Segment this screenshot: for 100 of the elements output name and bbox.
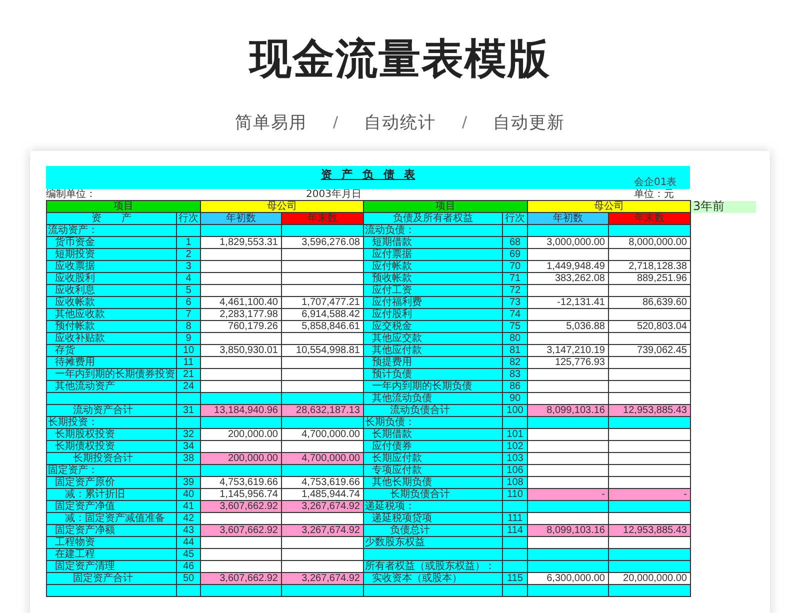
table-cell: 存货 [46,344,176,356]
table-cell: 125,776.93 [528,356,608,368]
table-cell: 应付票据 [364,248,502,260]
column-header: 年末数 [282,212,364,224]
table-cell: 200,000.00 [200,428,282,440]
table-cell: 3,596,276.08 [282,236,364,248]
tagline-text: 自动更新 [493,112,566,134]
table-cell: 长期应付款 [364,452,502,464]
table-cell: 应付股利 [364,308,502,320]
table-cell: 3,267,674.92 [282,524,364,536]
table-cell: 固定资产清理 [46,560,176,572]
table-cell: 3,267,674.92 [282,500,364,512]
table-cell: 应收利息 [46,284,176,296]
table-cell: 减：固定资产减值准备 [46,512,176,524]
group-header: 母公司 [200,200,364,212]
table-cell: 8,099,103.16 [528,404,608,416]
table-cell: 货币资金 [46,236,176,248]
table-cell: 889,251.96 [608,272,690,284]
table-cell: 200,000.00 [200,452,282,464]
table-cell: - [528,488,608,500]
table-cell: 流动负债合计 [364,404,502,416]
sheet-title: 资 产 负 债 表 [320,167,416,182]
report-date: 2003年月日 [306,189,362,200]
table-cell: 应收补贴款 [46,332,176,344]
table-cell: 86,639.60 [608,296,690,308]
table-cell: 3,607,662.92 [200,572,282,584]
table-cell: 递延税项贷项 [364,512,502,524]
table-cell: 其他流动负债 [364,392,502,404]
table-cell: 长期投资合计 [46,452,176,464]
table-cell: 长期投资： [46,416,176,428]
table-cell: 383,262.08 [528,272,608,284]
table-cell: 12,953,885.43 [608,404,690,416]
form-code: 会企01表 [634,177,677,188]
table-cell: 流动资产合计 [46,404,176,416]
table-cell: 3,607,662.92 [200,500,282,512]
table-cell: 6,300,000.00 [528,572,608,584]
table-cell: 预提费用 [364,356,502,368]
tagline-text: 自动统计 [364,112,436,134]
table-cell: 3,267,674.92 [282,572,364,584]
table-cell: 长期债权投资 [46,440,176,452]
table-cell: 10,554,998.81 [282,344,364,356]
table-cell: 所有者权益（或股东权益）： [364,560,502,572]
table-cell: 3,607,662.92 [200,524,282,536]
table-cell: 8,099,103.16 [528,524,608,536]
table-cell: 其他流动资产 [46,380,176,392]
table-cell: 长期负债合计 [364,488,502,500]
table-cell: 4,700,000.00 [282,428,364,440]
table-cell: 应付工资 [364,284,502,296]
table-cell: 520,803.04 [608,320,690,332]
table-cell: 应付债券 [364,440,502,452]
table-cell: 739,062.45 [608,344,690,356]
table-cell: 应收票据 [46,260,176,272]
separator-slash: / [332,113,338,131]
table-cell: 5,036.88 [528,320,608,332]
table-cell: -12,131.41 [528,296,608,308]
table-cell: 3,850,930.01 [200,344,282,356]
separator-slash: / [462,113,468,131]
table-cell: 长期负债： [364,416,502,428]
table-cell: 负债总计 [364,524,502,536]
table-cell: 4,700,000.00 [282,452,364,464]
table-cell: 长期借款 [364,428,502,440]
table-cell: 待摊费用 [46,356,176,368]
group-header: 项目 [46,200,200,212]
table-cell: 1,145,956.74 [200,488,282,500]
table-cell: 在建工程 [46,548,176,560]
group-header: 母公司 [528,200,690,212]
tagline-text: 简单易用 [234,112,307,134]
table-cell: 8,000,000.00 [608,236,690,248]
table-cell: 一年内到期的长期债券投资 [46,368,176,380]
table-cell: 减：累计折旧 [46,488,176,500]
table-cell: 预收帐款 [364,272,502,284]
table-cell: 应收股利 [46,272,176,284]
table-cell: 固定资产净额 [46,524,176,536]
table-cell: 760,179.26 [200,320,282,332]
table-cell: 流动资产： [46,224,176,236]
company-label: 编制单位： [46,189,97,200]
table-cell: 固定资产： [46,464,176,476]
column-header: 年初数 [200,212,282,224]
table-cell: 递延税项： [364,500,502,512]
table-cell: 13,184,940.96 [200,404,282,416]
table-cell: 其他应付款 [364,344,502,356]
table-cell: 28,632,187.13 [282,404,364,416]
table-cell: 少数股东权益 [364,536,502,548]
table-cell: 2,718,128.38 [608,260,690,272]
table-cell: 专项应付款 [364,464,502,476]
table-cell: 应付帐款 [364,260,502,272]
table-cell: 4,753,619.66 [200,476,282,488]
side-note: 3年前 [690,200,756,212]
table-cell: 1,829,553.31 [200,236,282,248]
table-cell: 其他应交款 [364,332,502,344]
table-cell: 3,000,000.00 [528,236,608,248]
table-cell: - [608,488,690,500]
table-cell: 其他长期负债 [364,476,502,488]
table-cell: 应收帐款 [46,296,176,308]
table-cell: 1,707,477.21 [282,296,364,308]
table-cell: 1,485,944.74 [282,488,364,500]
table-cell: 5,858,846.61 [282,320,364,332]
table-cell: 6,914,588.42 [282,308,364,320]
group-header: 项目 [364,200,528,212]
column-header: 年初数 [528,212,608,224]
